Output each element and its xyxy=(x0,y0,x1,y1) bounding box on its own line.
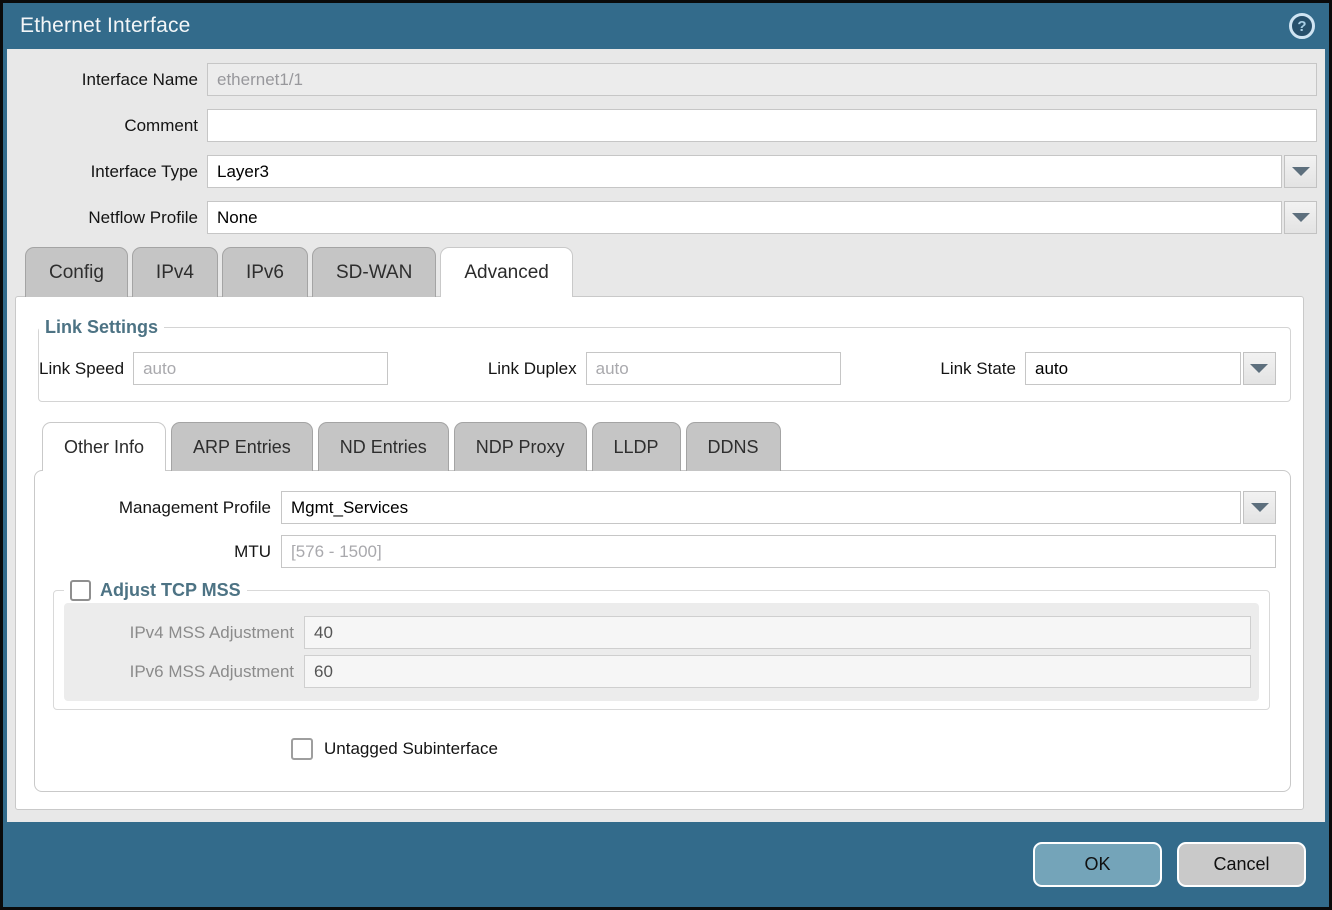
management-profile-row: Management Profile xyxy=(49,491,1276,524)
tab-ndp-proxy[interactable]: NDP Proxy xyxy=(454,422,587,471)
link-state-dropdown-button[interactable] xyxy=(1243,352,1276,385)
untagged-subinterface-checkbox[interactable] xyxy=(291,738,313,760)
inner-tab-bar: Other Info ARP Entries ND Entries NDP Pr… xyxy=(42,422,1293,471)
ipv6-mss-row: IPv6 MSS Adjustment xyxy=(72,655,1251,688)
tab-config[interactable]: Config xyxy=(25,247,128,297)
link-duplex-label: Link Duplex xyxy=(488,359,586,379)
main-tab-bar: Config IPv4 IPv6 SD-WAN Advanced xyxy=(25,247,1317,297)
tab-arp-entries[interactable]: ARP Entries xyxy=(171,422,313,471)
dialog-footer: OK Cancel xyxy=(7,822,1325,907)
ethernet-interface-dialog: Ethernet Interface ? Interface Name Comm… xyxy=(0,0,1332,910)
link-duplex-group: Link Duplex xyxy=(488,352,841,385)
link-speed-label: Link Speed xyxy=(39,359,133,379)
interface-type-label: Interface Type xyxy=(15,162,207,182)
tab-lldp[interactable]: LLDP xyxy=(592,422,681,471)
ipv6-mss-label: IPv6 MSS Adjustment xyxy=(72,662,304,682)
adjust-tcp-mss-checkbox[interactable] xyxy=(70,580,91,601)
link-state-label: Link State xyxy=(940,359,1025,379)
adjust-tcp-mss-legend-text: Adjust TCP MSS xyxy=(100,580,241,601)
adjust-tcp-mss-legend: Adjust TCP MSS xyxy=(64,580,247,601)
management-profile-dropdown-button[interactable] xyxy=(1243,491,1276,524)
interface-name-field xyxy=(207,63,1317,96)
ipv4-mss-label: IPv4 MSS Adjustment xyxy=(72,623,304,643)
link-state-group: Link State xyxy=(940,352,1276,385)
chevron-down-icon xyxy=(1292,167,1310,176)
tab-other-info[interactable]: Other Info xyxy=(42,422,166,471)
chevron-down-icon xyxy=(1250,364,1268,373)
netflow-profile-row: Netflow Profile xyxy=(15,201,1317,234)
cancel-button[interactable]: Cancel xyxy=(1177,842,1306,887)
dialog-titlebar: Ethernet Interface ? xyxy=(7,3,1325,49)
chevron-down-icon xyxy=(1251,503,1269,512)
link-duplex-field[interactable] xyxy=(586,352,841,385)
untagged-subinterface-label: Untagged Subinterface xyxy=(324,739,498,759)
mtu-field[interactable] xyxy=(281,535,1276,568)
link-speed-group: Link Speed xyxy=(39,352,388,385)
netflow-profile-select[interactable] xyxy=(207,201,1282,234)
interface-type-select[interactable] xyxy=(207,155,1282,188)
mtu-row: MTU xyxy=(49,535,1276,568)
link-speed-field[interactable] xyxy=(133,352,388,385)
chevron-down-icon xyxy=(1292,213,1310,222)
untagged-subinterface-row: Untagged Subinterface xyxy=(291,738,1276,760)
link-state-select[interactable] xyxy=(1025,352,1241,385)
dialog-body: Interface Name Comment Interface Type Ne… xyxy=(7,49,1325,822)
interface-name-label: Interface Name xyxy=(15,70,207,90)
interface-type-row: Interface Type xyxy=(15,155,1317,188)
dialog-title: Ethernet Interface xyxy=(20,14,191,38)
mss-disabled-box: IPv4 MSS Adjustment IPv6 MSS Adjustment xyxy=(64,603,1259,701)
tab-ipv4[interactable]: IPv4 xyxy=(132,247,218,297)
adjust-tcp-mss-fieldset: Adjust TCP MSS IPv4 MSS Adjustment IPv6 … xyxy=(53,580,1270,710)
tab-nd-entries[interactable]: ND Entries xyxy=(318,422,449,471)
comment-row: Comment xyxy=(15,109,1317,142)
link-settings-row: Link Speed Link Duplex Link State xyxy=(39,352,1276,385)
tab-sd-wan[interactable]: SD-WAN xyxy=(312,247,436,297)
advanced-tab-panel: Link Settings Link Speed Link Duplex Lin… xyxy=(15,296,1304,810)
other-info-panel: Management Profile MTU xyxy=(34,470,1291,792)
interface-type-dropdown-button[interactable] xyxy=(1284,155,1317,188)
mtu-label: MTU xyxy=(49,542,281,562)
dialog-window: Ethernet Interface ? Interface Name Comm… xyxy=(3,3,1329,907)
tab-ipv6[interactable]: IPv6 xyxy=(222,247,308,297)
ipv4-mss-field xyxy=(304,616,1251,649)
ipv4-mss-row: IPv4 MSS Adjustment xyxy=(72,616,1251,649)
management-profile-select[interactable] xyxy=(281,491,1241,524)
management-profile-label: Management Profile xyxy=(49,498,281,518)
ok-button[interactable]: OK xyxy=(1033,842,1162,887)
link-settings-legend: Link Settings xyxy=(39,317,164,338)
link-settings-fieldset: Link Settings Link Speed Link Duplex Lin… xyxy=(38,317,1291,402)
tab-advanced[interactable]: Advanced xyxy=(440,247,573,297)
help-icon[interactable]: ? xyxy=(1289,13,1315,39)
interface-name-row: Interface Name xyxy=(15,63,1317,96)
ipv6-mss-field xyxy=(304,655,1251,688)
tab-ddns[interactable]: DDNS xyxy=(686,422,781,471)
netflow-profile-dropdown-button[interactable] xyxy=(1284,201,1317,234)
netflow-profile-label: Netflow Profile xyxy=(15,208,207,228)
comment-label: Comment xyxy=(15,116,207,136)
comment-field[interactable] xyxy=(207,109,1317,142)
